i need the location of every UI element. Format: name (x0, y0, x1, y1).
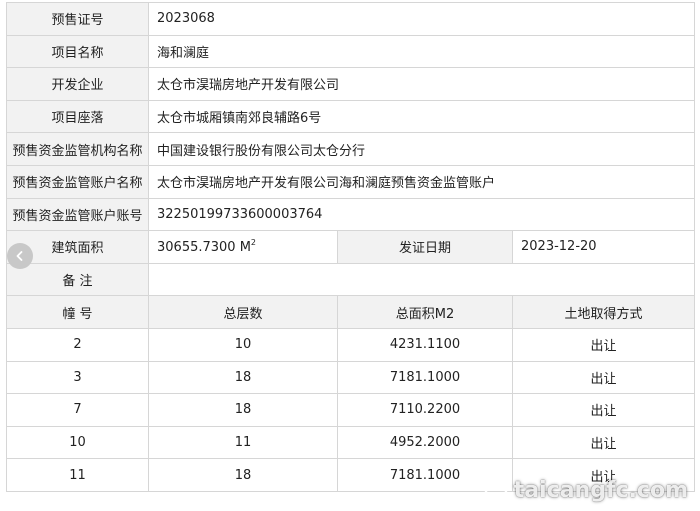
project-name-value: 海和澜庭 (148, 34, 695, 69)
chevron-left-icon (16, 251, 23, 261)
row-account-name: 预售资金监管账户名称 太仓市淏瑞房地产开发有限公司海和澜庭预售资金监管账户 (6, 164, 695, 199)
col-header-total-area: 总面积M2 (337, 295, 513, 329)
row-remarks: 备 注 (6, 262, 695, 297)
row-project-name: 项目名称 海和澜庭 (6, 34, 695, 69)
total-area-cell: 4231.1100 (337, 327, 513, 362)
buildings-header-row: 幢 号 总层数 总面积M2 土地取得方式 (6, 295, 695, 329)
table-row: 11 18 7181.1000 出让 (6, 458, 695, 492)
land-acquisition-cell: 出让 (512, 360, 695, 395)
floors-cell: 18 (148, 458, 338, 492)
row-area-date: 建筑面积 30655.7300 M2 发证日期 2023-12-20 (6, 230, 695, 264)
account-name-value: 太仓市淏瑞房地产开发有限公司海和澜庭预售资金监管账户 (148, 164, 695, 199)
floors-cell: 18 (148, 393, 338, 427)
land-acquisition-cell: 出让 (512, 327, 695, 362)
remarks-label: 备 注 (6, 262, 149, 297)
supervisor-org-value: 中国建设银行股份有限公司太仓分行 (148, 132, 695, 166)
presale-permit-table: 预售证号 2023068 项目名称 海和澜庭 开发企业 太仓市淏瑞房地产开发有限… (6, 2, 695, 492)
table-row: 10 11 4952.2000 出让 (6, 425, 695, 460)
remarks-value (148, 262, 695, 297)
presale-no-value: 2023068 (148, 2, 695, 36)
total-area-cell: 7181.1000 (337, 360, 513, 395)
table-row: 2 10 4231.1100 出让 (6, 327, 695, 362)
building-area-number: 30655.7300 M (157, 240, 251, 256)
floors-cell: 10 (148, 327, 338, 362)
account-no-value: 32250199733600003764 (148, 197, 695, 232)
total-area-cell: 7110.2200 (337, 393, 513, 427)
row-developer: 开发企业 太仓市淏瑞房地产开发有限公司 (6, 67, 695, 101)
building-area-value: 30655.7300 M2 (148, 230, 338, 264)
building-no-cell: 7 (6, 393, 149, 427)
building-no-cell: 2 (6, 327, 149, 362)
row-location: 项目座落 太仓市城厢镇南郊良辅路6号 (6, 99, 695, 134)
row-presale-no: 预售证号 2023068 (6, 2, 695, 36)
table-row: 3 18 7181.1000 出让 (6, 360, 695, 395)
col-header-land-acquisition: 土地取得方式 (512, 295, 695, 329)
developer-label: 开发企业 (6, 67, 149, 101)
issue-date-label: 发证日期 (337, 230, 513, 264)
location-value: 太仓市城厢镇南郊良辅路6号 (148, 99, 695, 134)
building-no-cell: 11 (6, 458, 149, 492)
account-name-label: 预售资金监管账户名称 (6, 164, 149, 199)
land-acquisition-cell: 出让 (512, 393, 695, 427)
developer-value: 太仓市淏瑞房地产开发有限公司 (148, 67, 695, 101)
account-no-label: 预售资金监管账户账号 (6, 197, 149, 232)
building-no-cell: 3 (6, 360, 149, 395)
project-name-label: 项目名称 (6, 34, 149, 69)
supervisor-org-label: 预售资金监管机构名称 (6, 132, 149, 166)
back-button[interactable] (7, 243, 33, 269)
location-label: 项目座落 (6, 99, 149, 134)
presale-no-label: 预售证号 (6, 2, 149, 36)
land-acquisition-cell: 出让 (512, 458, 695, 492)
total-area-cell: 4952.2000 (337, 425, 513, 460)
row-supervisor-org: 预售资金监管机构名称 中国建设银行股份有限公司太仓分行 (6, 132, 695, 166)
floors-cell: 11 (148, 425, 338, 460)
col-header-floors: 总层数 (148, 295, 338, 329)
col-header-building-no: 幢 号 (6, 295, 149, 329)
land-acquisition-cell: 出让 (512, 425, 695, 460)
building-area-unit-sup: 2 (250, 238, 257, 248)
building-no-cell: 10 (6, 425, 149, 460)
total-area-cell: 7181.1000 (337, 458, 513, 492)
issue-date-value: 2023-12-20 (512, 230, 695, 264)
floors-cell: 18 (148, 360, 338, 395)
table-row: 7 18 7110.2200 出让 (6, 393, 695, 427)
row-account-no: 预售资金监管账户账号 32250199733600003764 (6, 197, 695, 232)
